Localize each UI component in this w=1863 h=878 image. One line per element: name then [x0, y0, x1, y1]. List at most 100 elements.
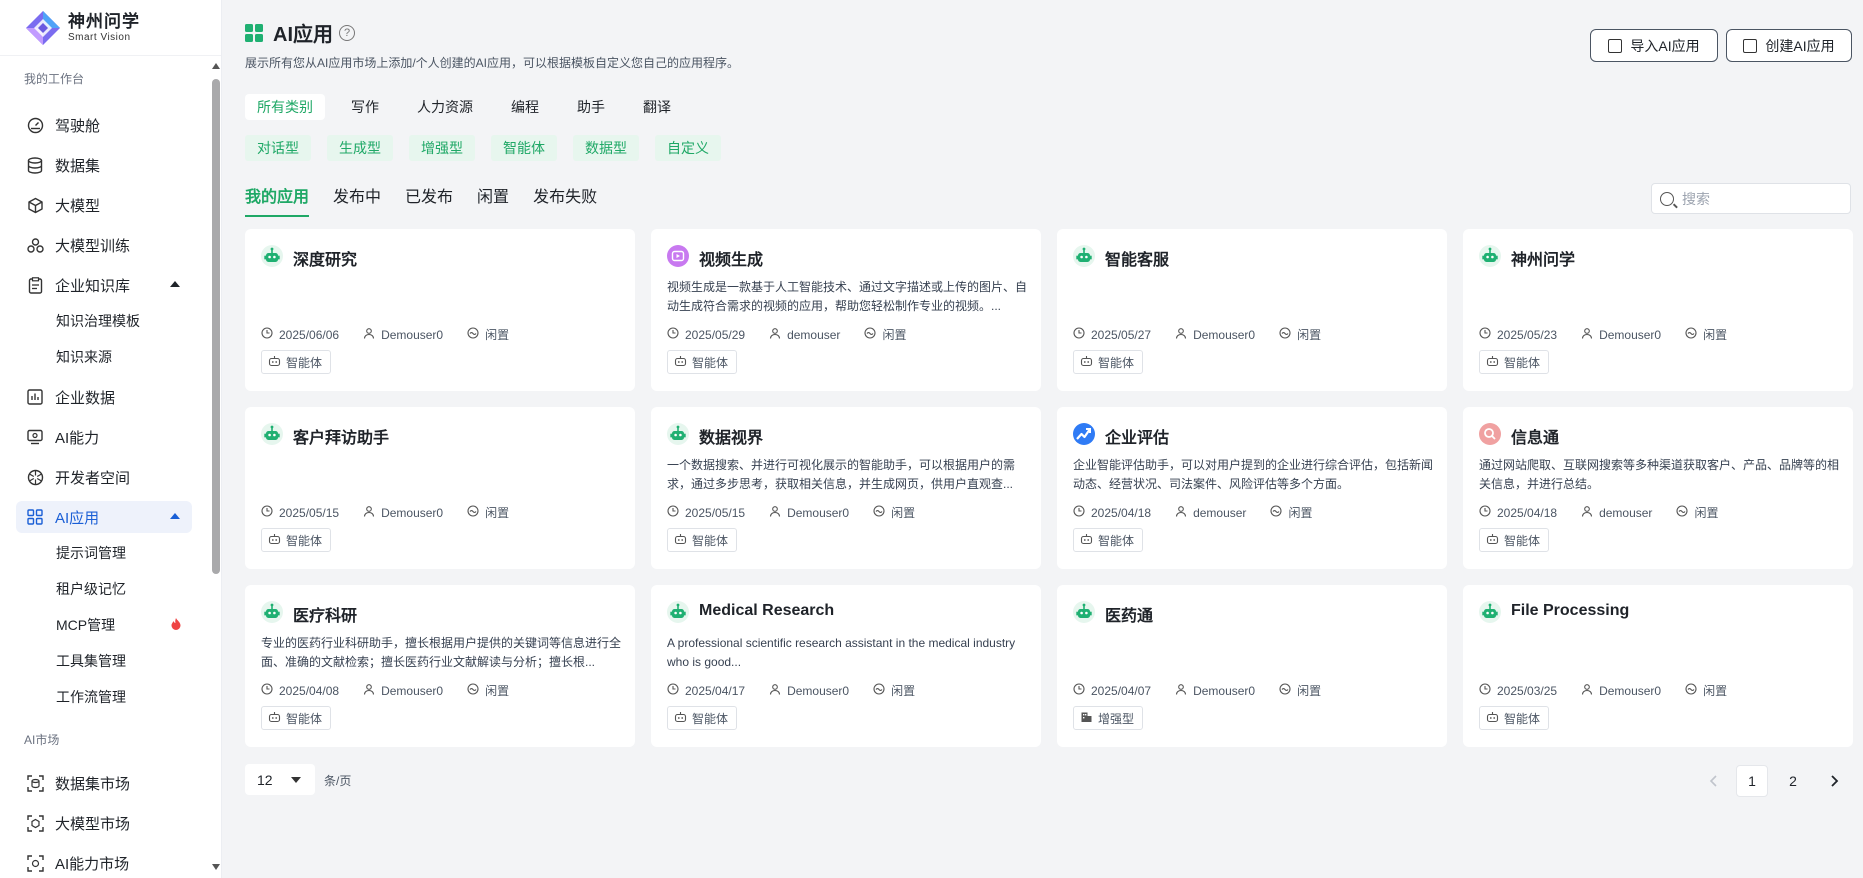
- sidebar-item-model-market[interactable]: 大模型市场: [16, 807, 192, 839]
- app-card-type-label: 智能体: [286, 533, 323, 548]
- status-tabs: 我的应用 发布中 已发布 闲置 发布失败: [245, 183, 621, 217]
- app-card[interactable]: 医药通 2025/04/07 Demouser0 闲置 增强型: [1057, 585, 1447, 747]
- app-card[interactable]: 智能客服 2025/05/27 Demouser0 闲置 智能体: [1057, 229, 1447, 391]
- app-card-status: 闲置: [891, 506, 916, 520]
- agent-icon: [1486, 533, 1504, 548]
- category-all[interactable]: 所有类别: [245, 94, 325, 120]
- tab-my-apps[interactable]: 我的应用: [245, 183, 310, 217]
- app-card[interactable]: Medical Research A professional scientifi…: [651, 585, 1041, 747]
- app-card-type-label: 智能体: [1098, 355, 1135, 370]
- app-card-title: 企业评估: [1105, 430, 1170, 447]
- sidebar-item-ai-ability[interactable]: AI能力: [16, 421, 192, 453]
- sidebar-item-label: AI应用: [55, 509, 100, 527]
- status-icon: [467, 683, 485, 698]
- sidebar-item-developer-space[interactable]: 开发者空间: [16, 461, 192, 493]
- user-icon: [1581, 505, 1599, 520]
- app-card-type-label: 智能体: [1504, 355, 1541, 370]
- category-assistant[interactable]: 助手: [565, 94, 617, 120]
- sidebar-item-label: AI能力市场: [55, 855, 130, 873]
- scroll-up-icon[interactable]: [212, 63, 220, 69]
- type-agent[interactable]: 智能体: [491, 135, 557, 161]
- sidebar-sub-knowledge-source[interactable]: 知识来源: [56, 345, 112, 369]
- sidebar-sub-prompt[interactable]: 提示词管理: [56, 541, 126, 565]
- user-icon: [1581, 683, 1599, 698]
- tab-published[interactable]: 已发布: [405, 183, 453, 213]
- app-card-user: Demouser0: [1193, 327, 1256, 342]
- app-card-date: 2025/04/07: [1091, 683, 1152, 698]
- sidebar-item-dataset[interactable]: 数据集: [16, 149, 192, 181]
- sidebar-item-model-training[interactable]: 大模型训练: [16, 229, 192, 261]
- sidebar-scrollbar[interactable]: [210, 57, 222, 878]
- app-card[interactable]: 数据视界 一个数据搜索、并进行可视化展示的智能助手，可以根据用户的需求，通过多步思…: [651, 407, 1041, 569]
- sidebar-sub-tenant-memory[interactable]: 租户级记忆: [56, 577, 126, 601]
- tab-failed[interactable]: 发布失败: [533, 183, 597, 213]
- app-card-title: 神州问学: [1511, 252, 1576, 269]
- sidebar-item-ai-ability-market[interactable]: AI能力市场: [16, 847, 192, 878]
- app-card[interactable]: 企业评估 企业智能评估助手，可以对用户提到的企业进行综合评估，包括新闻动态、经营状…: [1057, 407, 1447, 569]
- app-card[interactable]: 视频生成 视频生成是一款基于人工智能技术、通过文字描述或上传的图片、自动生成符合需…: [651, 229, 1041, 391]
- logo[interactable]: 神州问学 Smart Vision: [0, 0, 221, 56]
- app-card-user: Demouser0: [787, 683, 850, 698]
- type-enhanced[interactable]: 增强型: [409, 135, 475, 161]
- prev-page-button[interactable]: [1697, 765, 1729, 797]
- category-coding[interactable]: 编程: [499, 94, 551, 120]
- type-custom[interactable]: 自定义: [655, 135, 721, 161]
- help-icon[interactable]: ?: [339, 24, 355, 41]
- category-hr[interactable]: 人力资源: [405, 94, 485, 120]
- import-app-button[interactable]: 导入AI应用: [1590, 29, 1718, 62]
- app-card[interactable]: 客户拜访助手 2025/05/15 Demouser0 闲置 智能体: [245, 407, 635, 569]
- app-card-description: [1479, 278, 1839, 316]
- app-card-description: [261, 278, 621, 316]
- sidebar-item-model[interactable]: 大模型: [16, 189, 192, 221]
- app-card[interactable]: 医疗科研 专业的医药行业科研助手，擅长根据用户提供的关键词等信息进行全面、准确的文…: [245, 585, 635, 747]
- app-card-title: 智能客服: [1105, 252, 1170, 269]
- sidebar-sub-workflow[interactable]: 工作流管理: [56, 685, 126, 709]
- sidebar-item-cockpit[interactable]: 驾驶舱: [16, 109, 192, 141]
- import-icon: [1608, 38, 1623, 53]
- sidebar-item-knowledge-base[interactable]: 企业知识库: [16, 269, 192, 301]
- sidebar-item-ai-app[interactable]: AI应用: [16, 501, 192, 533]
- sidebar-item-enterprise-data[interactable]: 企业数据: [16, 381, 192, 413]
- scrollbar-thumb[interactable]: [212, 79, 220, 574]
- monitor-icon: [26, 428, 44, 446]
- page-size-select[interactable]: 12: [245, 764, 315, 795]
- sidebar-sub-mcp[interactable]: MCP管理: [56, 613, 115, 637]
- sidebar-sub-knowledge-template[interactable]: 知识治理模板: [56, 309, 140, 333]
- next-page-button[interactable]: [1819, 765, 1851, 797]
- app-card[interactable]: 信息通 通过网站爬取、互联网搜索等多种渠道获取客户、产品、品牌等的相关信息，并进行…: [1463, 407, 1853, 569]
- type-data[interactable]: 数据型: [573, 135, 639, 161]
- clock-icon: [1479, 505, 1497, 520]
- sidebar-sub-toolset[interactable]: 工具集管理: [56, 649, 126, 673]
- page-1-button[interactable]: 1: [1736, 765, 1768, 797]
- type-filter: 对话型 生成型 增强型 智能体 数据型 自定义: [245, 135, 737, 161]
- tab-idle[interactable]: 闲置: [477, 183, 509, 213]
- app-card[interactable]: 神州问学 2025/05/23 Demouser0 闲置 智能体: [1463, 229, 1853, 391]
- tab-publishing[interactable]: 发布中: [333, 183, 381, 213]
- user-icon: [1175, 683, 1193, 698]
- cube-icon: [26, 196, 44, 214]
- category-writing[interactable]: 写作: [339, 94, 391, 120]
- type-generative[interactable]: 生成型: [327, 135, 393, 161]
- app-card[interactable]: 深度研究 2025/06/06 Demouser0 闲置 智能体: [245, 229, 635, 391]
- sidebar-item-label: 数据集市场: [55, 775, 131, 793]
- main-content: AI应用 ? 展示所有您从AI应用市场上添加/个人创建的AI应用，可以根据模板自…: [223, 0, 1863, 878]
- scan-database-icon: [26, 774, 44, 792]
- search-input[interactable]: [1682, 190, 1842, 207]
- app-card-title: File Processing: [1511, 602, 1630, 619]
- page-2-button[interactable]: 2: [1777, 765, 1809, 797]
- create-app-button[interactable]: 创建AI应用: [1726, 29, 1852, 62]
- type-dialog[interactable]: 对话型: [245, 135, 311, 161]
- import-app-label: 导入AI应用: [1630, 37, 1700, 54]
- robot-icon: [667, 423, 689, 445]
- scroll-down-icon[interactable]: [212, 864, 220, 870]
- sidebar-item-dataset-market[interactable]: 数据集市场: [16, 767, 192, 799]
- agent-icon: [1080, 355, 1098, 370]
- user-icon: [1175, 505, 1193, 520]
- app-card-date: 2025/05/23: [1497, 327, 1558, 342]
- app-card[interactable]: File Processing 2025/03/25 Demouser0 闲置 智能体: [1463, 585, 1853, 747]
- category-translate[interactable]: 翻译: [631, 94, 683, 120]
- robot-icon: [667, 601, 689, 623]
- search-icon: [1479, 423, 1501, 445]
- clock-icon: [1073, 505, 1091, 520]
- logo-icon: [24, 9, 62, 47]
